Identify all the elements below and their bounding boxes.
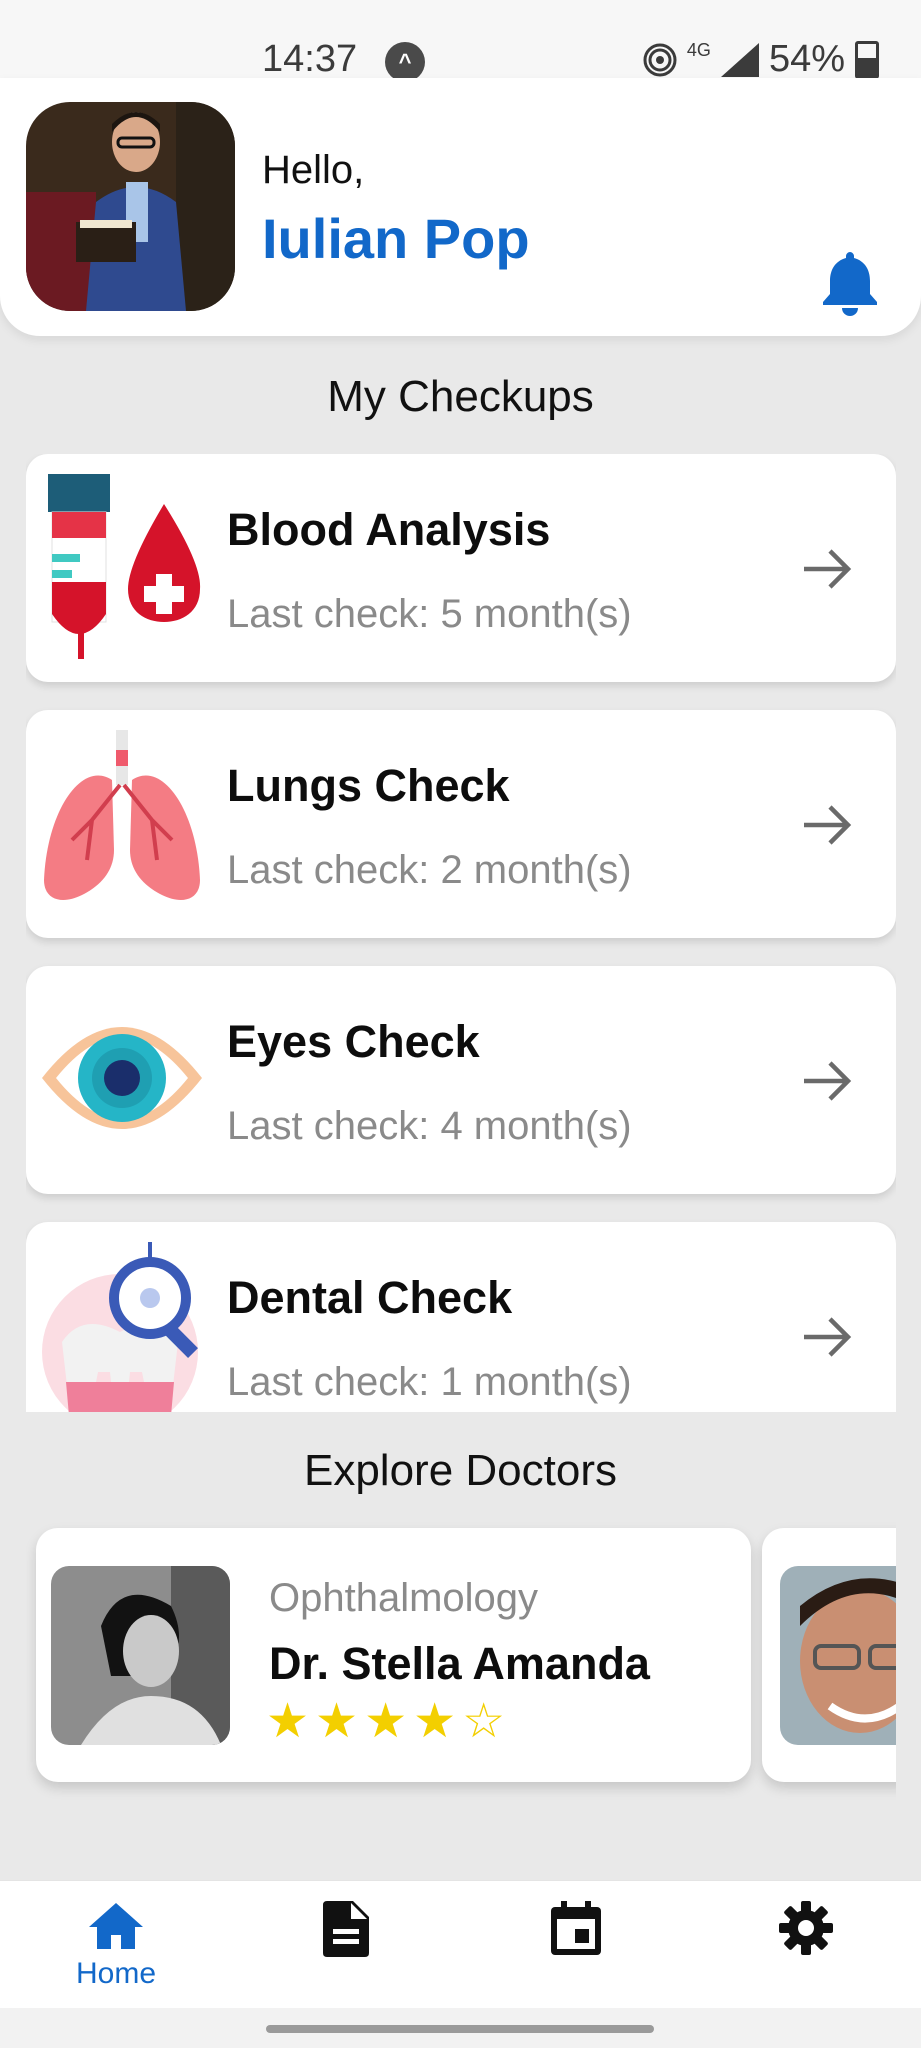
navigation-indicator-icon: ^ — [385, 42, 425, 82]
bottom-navigation: Home — [0, 1880, 921, 2009]
doctor-rating: ★ ★ ★ ★ ☆ — [266, 1698, 505, 1746]
home-icon — [89, 1903, 143, 1949]
doctor-card[interactable]: Ophthalmology Dr. Stella Amanda ★ ★ ★ ★ … — [36, 1528, 751, 1782]
checkup-title: Lungs Check — [227, 760, 510, 811]
nav-home-label: Home — [75, 1957, 157, 1990]
eye-icon — [42, 1027, 202, 1129]
arrow-right-icon[interactable] — [800, 546, 854, 592]
checkup-subtitle: Last check: 1 month(s) — [227, 1360, 632, 1404]
doctor-specialty: Ophthalmology — [269, 1576, 539, 1620]
status-time: 14:37 — [262, 38, 358, 80]
checkups-list[interactable]: Blood Analysis Last check: 5 month(s) Lu… — [26, 454, 896, 1412]
tooth-icon — [42, 1242, 198, 1412]
greeting-text: Hello, — [262, 148, 365, 192]
star-filled-icon: ★ — [266, 1695, 310, 1748]
star-empty-icon: ☆ — [462, 1695, 506, 1748]
doctor-photo — [51, 1566, 230, 1745]
doctors-title: Explore Doctors — [303, 1446, 617, 1495]
checkup-subtitle: Last check: 4 month(s) — [227, 1104, 632, 1148]
checkup-title: Eyes Check — [227, 1016, 480, 1067]
star-filled-icon: ★ — [413, 1695, 457, 1748]
arrow-right-icon[interactable] — [800, 1058, 854, 1104]
arrow-right-icon[interactable] — [800, 802, 854, 848]
checkups-title: My Checkups — [327, 372, 594, 421]
settings-icon — [779, 1901, 833, 1955]
nav-home[interactable]: Home — [56, 1901, 176, 1991]
doctor-photo — [780, 1566, 896, 1745]
checkup-card-dental[interactable]: Dental Check Last check: 1 month(s) — [26, 1222, 896, 1412]
doctors-carousel[interactable]: Ophthalmology Dr. Stella Amanda ★ ★ ★ ★ … — [26, 1520, 896, 1820]
doctor-name: Dr. Stella Amanda — [269, 1638, 650, 1689]
header-card: Hello, Iulian Pop — [0, 78, 921, 336]
user-name: Iulian Pop — [262, 207, 530, 270]
home-indicator[interactable] — [266, 2025, 654, 2033]
checkup-title: Blood Analysis — [227, 504, 551, 555]
checkup-subtitle: Last check: 5 month(s) — [227, 592, 632, 636]
checkup-card-lungs[interactable]: Lungs Check Last check: 2 month(s) — [26, 710, 896, 938]
signal-icon — [720, 42, 759, 77]
nav-calendar[interactable] — [516, 1901, 636, 1955]
calendar-icon — [551, 1901, 601, 1955]
battery-icon — [855, 40, 879, 79]
nav-settings[interactable] — [746, 1901, 866, 1955]
star-filled-icon: ★ — [364, 1695, 408, 1748]
arrow-right-icon[interactable] — [800, 1314, 854, 1360]
network-type: 4G — [686, 40, 711, 60]
checkup-subtitle: Last check: 2 month(s) — [227, 848, 632, 892]
checkup-card-blood[interactable]: Blood Analysis Last check: 5 month(s) — [26, 454, 896, 682]
status-bar: 14:37 ^ 4G 54% — [0, 0, 921, 82]
avatar[interactable] — [26, 102, 235, 311]
checkup-title: Dental Check — [227, 1272, 513, 1323]
star-filled-icon: ★ — [315, 1695, 359, 1748]
doctor-card[interactable] — [762, 1528, 896, 1782]
bell-icon[interactable] — [820, 248, 880, 318]
checkup-card-eyes[interactable]: Eyes Check Last check: 4 month(s) — [26, 966, 896, 1194]
hotspot-icon — [643, 43, 677, 76]
status-icons: 4G 54% — [643, 38, 879, 81]
battery-percent: 54% — [768, 38, 845, 80]
blood-test-icon — [48, 474, 201, 659]
nav-documents[interactable] — [286, 1901, 406, 1957]
lungs-icon — [44, 730, 200, 900]
document-icon — [323, 1901, 369, 1957]
